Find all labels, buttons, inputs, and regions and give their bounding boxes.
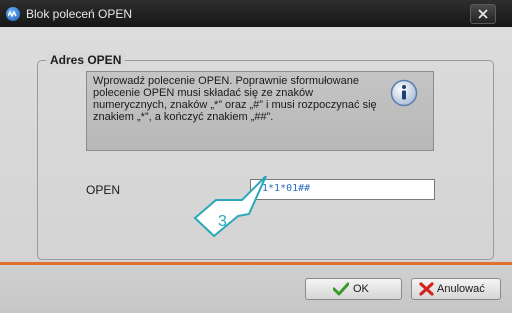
close-button[interactable] <box>470 4 496 24</box>
title-bar: Blok poleceń OPEN <box>0 0 512 27</box>
callout-number: 3 <box>218 213 227 230</box>
close-icon <box>478 9 488 19</box>
open-label: OPEN <box>86 183 121 197</box>
open-command-input[interactable]: *1*1*01## <box>250 179 435 200</box>
group-legend: Adres OPEN <box>46 53 126 67</box>
info-panel: Wprowadź polecenie OPEN. Poprawnie sform… <box>86 71 434 151</box>
info-text: Wprowadź polecenie OPEN. Poprawnie sform… <box>93 75 377 123</box>
ok-button[interactable]: OK <box>305 278 402 300</box>
info-icon <box>390 79 418 107</box>
callout-marker: 3 <box>193 176 267 238</box>
ok-label: OK <box>353 283 369 295</box>
checkmark-icon <box>333 282 349 296</box>
cancel-x-icon <box>419 282 434 296</box>
window-title: Blok poleceń OPEN <box>26 7 133 21</box>
cancel-button[interactable]: Anulować <box>411 278 501 300</box>
app-icon <box>6 7 20 21</box>
cancel-label: Anulować <box>437 283 485 295</box>
